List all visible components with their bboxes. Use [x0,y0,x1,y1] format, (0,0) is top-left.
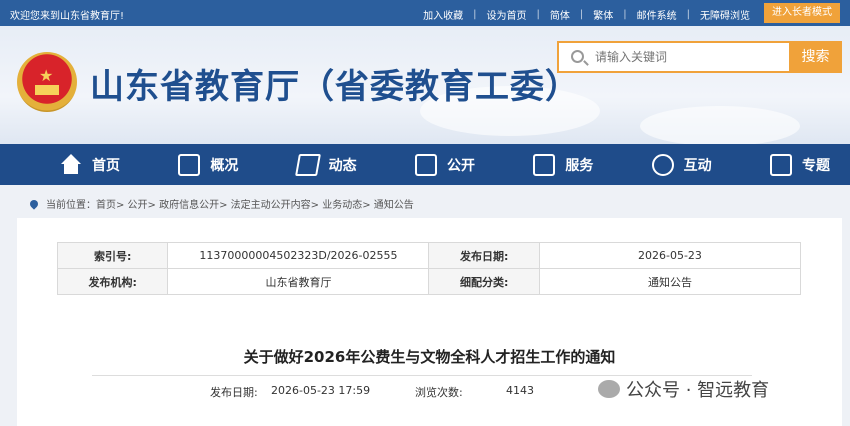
site-title: 山东省教育厅（省委教育工委） [90,67,580,107]
wechat-icon [598,380,620,398]
elder-mode-button[interactable]: 进入长者模式 [764,3,840,23]
metadata-table: 索引号: 11370000004502323D/2026-02555 发布日期:… [56,242,802,295]
accessibility-link[interactable]: 无障碍浏览 [700,7,750,22]
org-label: 发布机构: [56,268,169,295]
table-row: 索引号: 11370000004502323D/2026-02555 发布日期:… [56,242,802,269]
pubdate-label: 发布日期: [428,242,540,269]
separator: | [686,9,690,20]
service-icon [533,153,556,176]
nav-label: 概况 [210,157,239,174]
nav-label: 动态 [328,157,357,174]
simplified-link[interactable]: 简体 [550,7,570,22]
overview-icon [178,153,201,176]
location-pin-icon [28,197,40,210]
breadcrumb-prefix: 当前位置： [46,200,96,211]
category-value: 通知公告 [538,268,802,295]
mail-system-link[interactable]: 邮件系统 [637,7,677,22]
star-icon: ★ [39,66,54,85]
nav-label: 服务 [565,157,594,174]
article-title: 关于做好2026年公费生与文物全科人才招生工作的通知 [243,348,616,366]
topic-icon [769,153,792,176]
chat-icon [651,153,674,176]
search-icon [571,50,584,63]
nav-service[interactable]: 服务 [533,144,593,185]
nav-topic[interactable]: 专题 [769,144,830,185]
category-label: 细配分类: [428,268,540,295]
separator: | [536,9,540,20]
watermark: 公众号 · 智远教育 [598,376,769,402]
top-bar: 欢迎您来到山东省教育厅! 加入收藏 | 设为首页 | 简体 | 繁体 | 邮件系… [0,0,850,26]
top-links: 加入收藏 | 设为首页 | 简体 | 繁体 | 邮件系统 | 无障碍浏览 [423,7,750,22]
nav-interaction[interactable]: 互动 [651,144,712,185]
nav-label: 公开 [446,157,475,174]
breadcrumb: 当前位置： 首页> 公开> 政府信息公开> 法定主动公开内容> 业务动态> 通知… [28,196,414,211]
search-button[interactable]: 搜索 [789,41,842,73]
pubtime-value: 2026-05-23 17:59 [271,384,371,397]
nav-label: 互动 [683,157,712,174]
pubdate-value: 2026-05-23 [538,242,802,269]
cloud-decoration [640,106,800,144]
views-label: 浏览次数: [415,386,463,399]
nav-label: 首页 [92,157,120,174]
nav-home[interactable]: 首页 [60,144,120,185]
nav-public[interactable]: 公开 [414,144,475,185]
table-row: 发布机构: 山东省教育厅 细配分类: 通知公告 [56,268,802,295]
search-input[interactable] [595,43,785,71]
watermark-text: 公众号 · 智远教育 [626,380,770,401]
add-favorite-link[interactable]: 加入收藏 [423,7,463,22]
nav-news[interactable]: 动态 [294,144,357,185]
separator: | [579,9,584,20]
nav-label: 专题 [801,157,830,174]
pubtime-label: 发布日期: [210,386,258,399]
welcome-text: 欢迎您来到山东省教育厅! [10,11,125,22]
views-value: 4143 [506,384,534,397]
org-value: 山东省教育厅 [167,268,430,295]
search-box [557,41,789,73]
separator: | [623,9,627,20]
home-icon [60,153,82,176]
main-nav: 首页 概况 动态 公开 服务 互动 专题 [0,144,850,185]
layers-icon [294,153,321,176]
tiananmen-icon [35,85,59,95]
breadcrumb-path[interactable]: 首页> 公开> 政府信息公开> 法定主动公开内容> 业务动态> 通知公告 [96,196,414,211]
national-emblem-logo: ★ [17,52,77,112]
book-icon [414,153,437,176]
separator: | [473,9,477,20]
set-homepage-link[interactable]: 设为首页 [487,7,527,22]
index-label: 索引号: [56,242,169,269]
nav-overview[interactable]: 概况 [178,144,238,185]
traditional-link[interactable]: 繁体 [593,7,613,22]
index-value: 11370000004502323D/2026-02555 [167,242,430,269]
